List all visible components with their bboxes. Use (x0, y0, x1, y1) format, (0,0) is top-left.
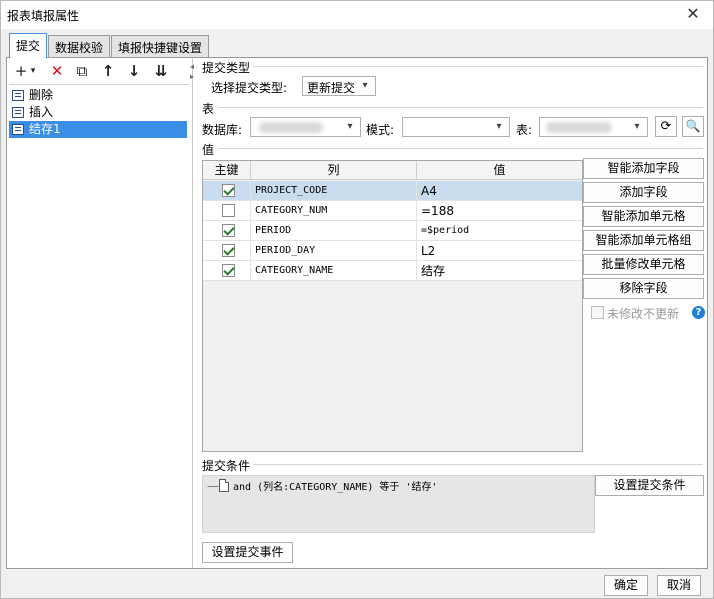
no-update-unchanged-checkbox[interactable] (591, 306, 604, 319)
value-cell[interactable]: =$period (417, 221, 582, 241)
add-field-button[interactable]: 添加字段 (583, 182, 704, 203)
chevron-down-icon: ▾ (634, 121, 640, 132)
collapse-arrow-icon[interactable]: ◂ ▸ (190, 62, 194, 82)
submit-condition-box: — and (列名:CATEGORY_NAME) 等于 '结存' (202, 475, 595, 533)
close-icon[interactable]: ✕ (683, 4, 703, 24)
action-list: 删除 插入 结存1 (9, 84, 189, 566)
add-dropdown-caret-icon[interactable]: ▾ (28, 62, 38, 80)
tab-fill-shortcut-settings[interactable]: 填报快捷键设置 (111, 35, 210, 57)
primary-key-cell (203, 181, 251, 201)
refresh-icon[interactable]: ⟳ (655, 116, 677, 137)
divider (253, 66, 703, 67)
remove-field-button[interactable]: 移除字段 (583, 278, 704, 299)
cancel-button[interactable]: 取消 (657, 575, 701, 596)
primary-key-cell (203, 221, 251, 241)
values-table: 主键 列 值 PROJECT_CODE A4 CATEGORY_NUM =188… (202, 160, 583, 452)
mode-label: 模式: (366, 123, 395, 137)
redacted-text (546, 122, 612, 133)
value-cell[interactable]: 结存 (417, 261, 582, 281)
primary-key-checkbox[interactable] (222, 204, 235, 217)
column-name-cell[interactable]: PERIOD (251, 221, 417, 241)
column-header-value[interactable]: 值 (417, 161, 582, 180)
table-row[interactable]: CATEGORY_NUM =188 (203, 201, 582, 221)
primary-key-checkbox[interactable] (222, 244, 235, 257)
preview-icon[interactable]: 🔍 (682, 116, 704, 137)
primary-key-checkbox[interactable] (222, 224, 235, 237)
list-item-balance-1[interactable]: 结存1 (9, 121, 187, 138)
divider (253, 464, 703, 465)
table-row[interactable]: PERIOD_DAY L2 (203, 241, 582, 261)
chevron-down-icon: ▾ (347, 121, 353, 132)
title-bar: 报表填报属性 ✕ (1, 1, 713, 29)
redacted-text (259, 122, 323, 133)
column-name-cell[interactable]: CATEGORY_NAME (251, 261, 417, 281)
database-label: 数据库: (202, 123, 243, 137)
column-header-primary-key[interactable]: 主键 (203, 161, 251, 180)
list-item-label: 结存1 (29, 122, 61, 136)
table-row[interactable]: CATEGORY_NAME 结存 (203, 261, 582, 281)
divider (218, 107, 703, 108)
copy-icon[interactable]: ⧉ (72, 62, 92, 80)
column-name-cell[interactable]: PROJECT_CODE (251, 181, 417, 201)
no-update-unchanged-label: 未修改不更新 (607, 307, 680, 321)
list-item-delete[interactable]: 删除 (9, 87, 187, 104)
mode-select[interactable]: ▾ (402, 117, 510, 137)
database-select[interactable]: ▾ (250, 117, 361, 137)
list-item-label: 删除 (29, 88, 54, 102)
settings-pane: 提交类型 选择提交类型: 更新提交 ▾ 表 数据库: ▾ 模式: ▾ 表: ▾ … (198, 58, 707, 568)
submit-type-heading: 提交类型 (202, 61, 251, 75)
tab-data-validation[interactable]: 数据校验 (48, 35, 111, 57)
submit-type-value: 更新提交 (307, 81, 356, 95)
table-row[interactable]: PERIOD =$period (203, 221, 582, 241)
tab-submit[interactable]: 提交 (9, 33, 48, 58)
table-select[interactable]: ▾ (539, 117, 648, 137)
column-name-cell[interactable]: CATEGORY_NUM (251, 201, 417, 221)
action-icon (12, 107, 24, 118)
primary-key-cell (203, 201, 251, 221)
document-icon (219, 479, 229, 492)
smart-add-cell-group-button[interactable]: 智能添加单元格组 (583, 230, 704, 251)
primary-key-cell (203, 241, 251, 261)
primary-key-checkbox[interactable] (222, 264, 235, 277)
smart-add-cell-button[interactable]: 智能添加单元格 (583, 206, 704, 227)
sort-icon[interactable]: ⇊ (151, 62, 171, 80)
table-label: 表: (516, 123, 533, 137)
chevron-down-icon: ▾ (496, 121, 502, 132)
values-heading: 值 (202, 143, 215, 157)
value-cell[interactable]: =188 (417, 201, 582, 221)
ok-button[interactable]: 确定 (604, 575, 648, 596)
help-icon[interactable]: ? (692, 306, 705, 319)
set-submit-event-button[interactable]: 设置提交事件 (202, 542, 293, 563)
list-item-label: 插入 (29, 105, 54, 119)
table-row[interactable]: PROJECT_CODE A4 (203, 181, 582, 201)
batch-edit-cells-button[interactable]: 批量修改单元格 (583, 254, 704, 275)
submit-type-label: 选择提交类型: (211, 81, 288, 95)
set-submit-condition-button[interactable]: 设置提交条件 (595, 475, 704, 496)
list-item-insert[interactable]: 插入 (9, 104, 187, 121)
submit-type-select[interactable]: 更新提交 ▾ (302, 76, 376, 96)
dialog-title: 报表填报属性 (7, 9, 80, 23)
submit-condition-heading: 提交条件 (202, 459, 251, 473)
condition-text: and (列名:CATEGORY_NAME) 等于 '结存' (233, 482, 438, 493)
tab-content-panel: + ▾ ✕ ⧉ ↑ ↓ ⇊ 删除 插入 结存1 ◂ ▸ 提交类型 选择提交类型:… (6, 57, 708, 569)
delete-icon[interactable]: ✕ (47, 62, 67, 80)
chevron-down-icon: ▾ (362, 80, 368, 91)
action-list-pane: + ▾ ✕ ⧉ ↑ ↓ ⇊ 删除 插入 结存1 (7, 58, 193, 568)
column-header-column[interactable]: 列 (251, 161, 417, 180)
primary-key-checkbox[interactable] (222, 184, 235, 197)
table-heading: 表 (202, 102, 215, 116)
action-icon (12, 90, 24, 101)
primary-key-cell (203, 261, 251, 281)
column-name-cell[interactable]: PERIOD_DAY (251, 241, 417, 261)
move-down-icon[interactable]: ↓ (124, 62, 144, 80)
value-cell[interactable]: L2 (417, 241, 582, 261)
divider (218, 148, 703, 149)
table-header: 主键 列 值 (203, 161, 582, 180)
move-up-icon[interactable]: ↑ (98, 62, 118, 80)
action-icon (12, 124, 24, 135)
report-fill-properties-dialog: 报表填报属性 ✕ 提交 数据校验 填报快捷键设置 + ▾ ✕ ⧉ ↑ ↓ ⇊ 删… (0, 0, 714, 599)
condition-item[interactable]: — and (列名:CATEGORY_NAME) 等于 '结存' (207, 478, 438, 493)
smart-add-field-button[interactable]: 智能添加字段 (583, 158, 704, 179)
value-cell[interactable]: A4 (417, 181, 582, 201)
